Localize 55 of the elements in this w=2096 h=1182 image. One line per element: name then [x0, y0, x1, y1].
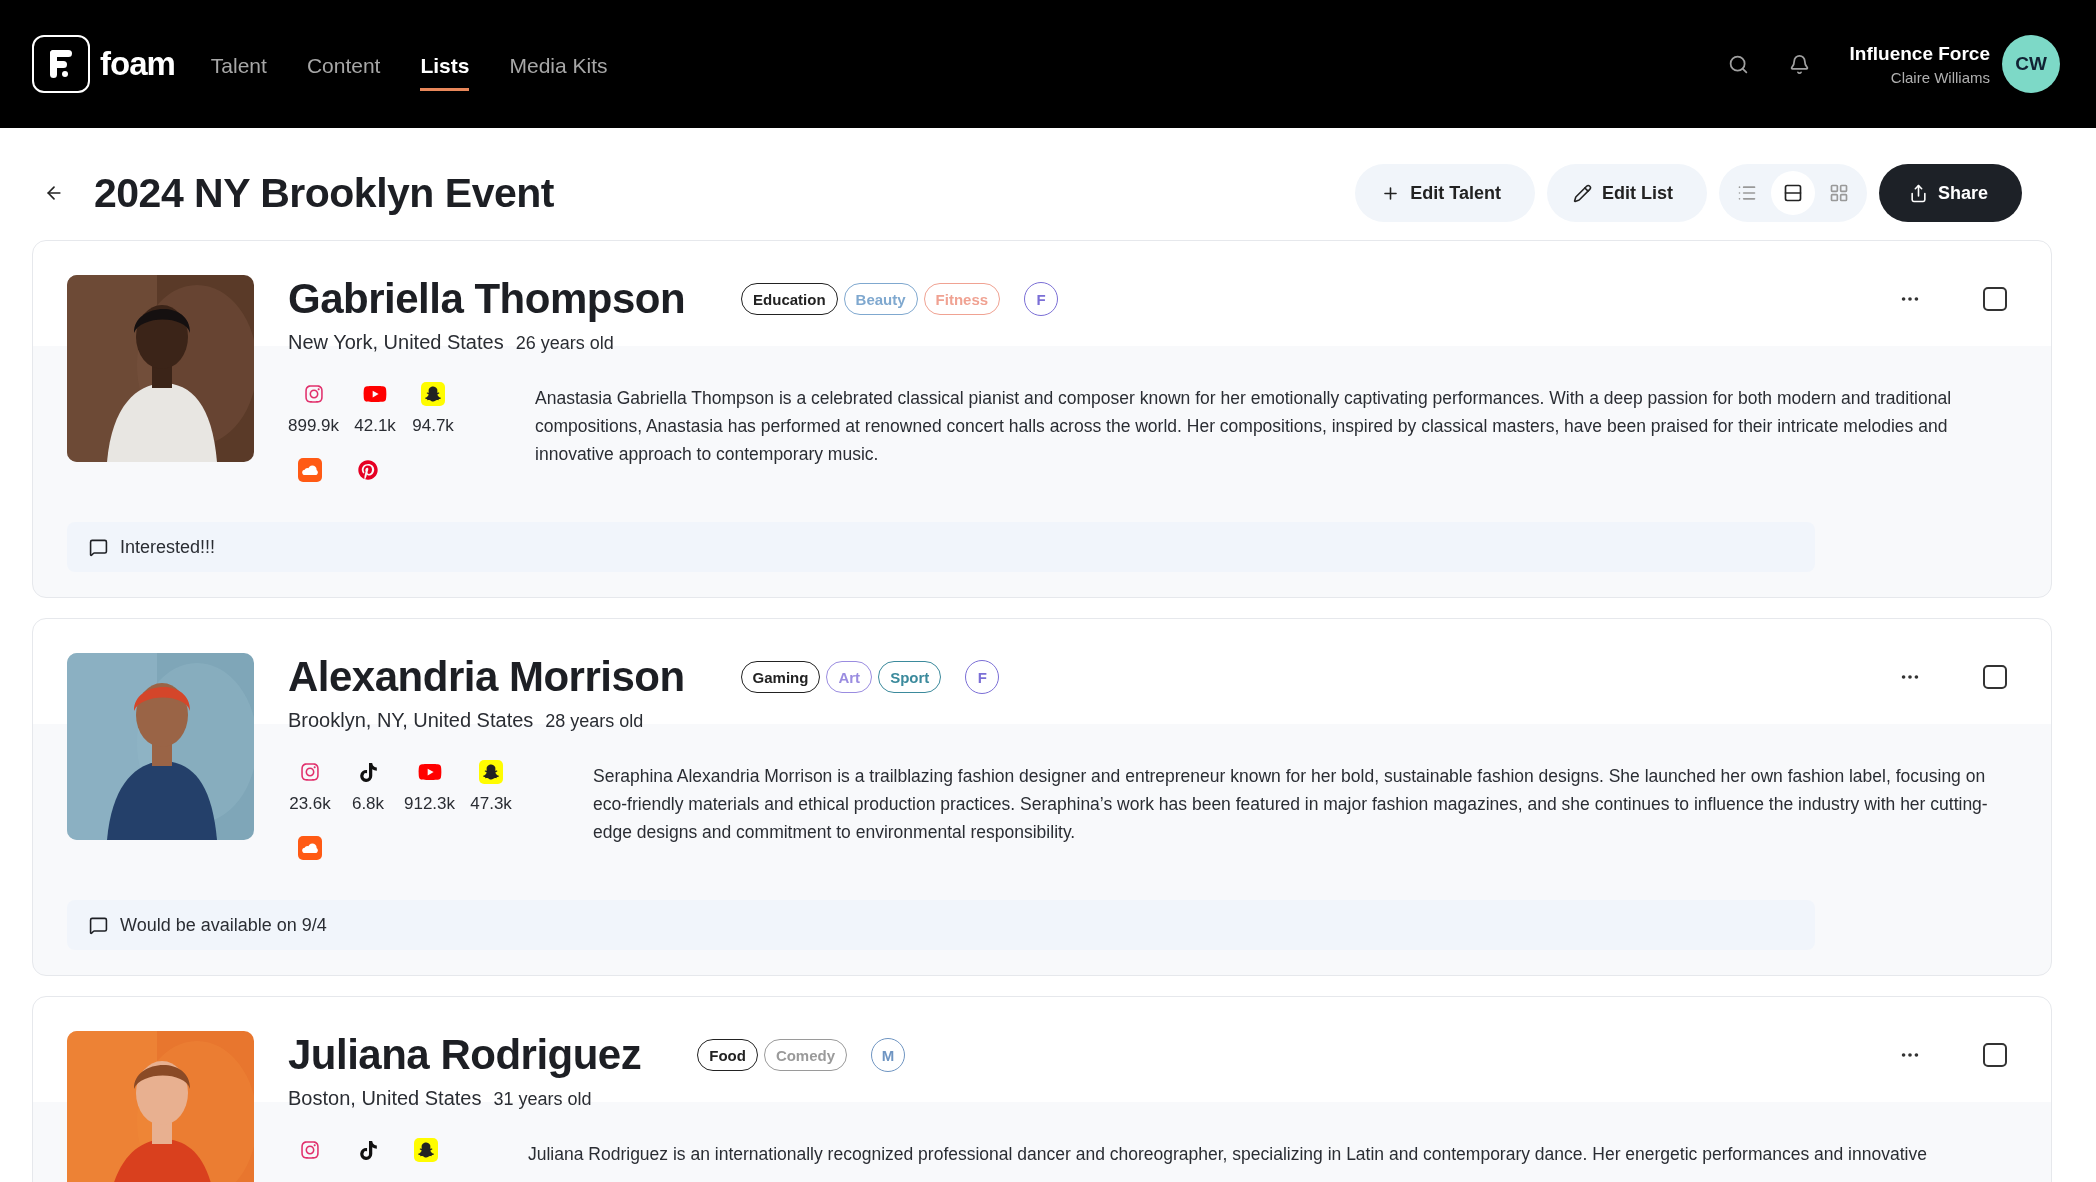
rows-icon	[1782, 183, 1803, 203]
camera-icon[interactable]	[298, 760, 322, 784]
follower-count: 42.1k	[354, 416, 396, 436]
follower-count: 899.9k	[288, 416, 340, 436]
page-title: 2024 NY Brooklyn Event	[94, 169, 555, 217]
note-text: Interested!!!	[120, 536, 216, 558]
pencil-icon	[1572, 183, 1592, 203]
follower-count: 94.7k	[412, 416, 454, 436]
comment-icon	[89, 537, 108, 557]
cloud-icon[interactable]	[298, 458, 322, 482]
brand-name: foam	[100, 45, 175, 83]
talent-location: Boston, United States	[288, 1087, 482, 1110]
pin-logo-icon[interactable]	[356, 458, 380, 482]
talent-name: Juliana Rodriguez	[288, 1031, 642, 1079]
select-checkbox[interactable]	[1983, 287, 2007, 311]
talent-bio: Juliana Rodriguez is an internationally recognized professional dancer and choreographer, specializing in Latin and contemporary dance. Her energetic performances and innovative	[528, 1143, 1928, 1166]
nav-tab[interactable]: Talent	[210, 43, 267, 91]
talent-location: Brooklyn, NY, United States	[288, 709, 534, 732]
rows-view-button[interactable]	[1770, 171, 1815, 215]
follower-count: 6.8k	[351, 794, 385, 814]
action-button[interactable]: Edit List	[1546, 164, 1707, 222]
cloud-icon[interactable]	[298, 836, 322, 860]
select-checkbox[interactable]	[1983, 665, 2007, 689]
talent-name: Gabriella Thompson	[288, 275, 686, 323]
talent-bio: Seraphina Alexandria Morrison is a trailblazing fashion designer and entrepreneur known for her bold, sustainable fashion designs. She launched her own fashion label, focusing on eco-friendly materials and ethical production practices. Seraphina’s work has been featured in major fashion magazines, and she continues to influence the industry with her cutting-edge designs and commitment to environmental responsibility.	[593, 765, 1989, 844]
search-icon[interactable]	[1727, 53, 1749, 75]
action-button[interactable]: Edit Talent	[1355, 164, 1535, 222]
list-icon	[1736, 183, 1757, 203]
ghost-icon[interactable]	[479, 760, 504, 784]
nav-tab[interactable]: Media Kits	[509, 43, 608, 91]
camera-icon[interactable]	[298, 1138, 322, 1162]
follower-count: 23.6k	[289, 794, 331, 814]
share-button[interactable]: Share	[1878, 164, 2022, 222]
nav-tab[interactable]: Content	[306, 43, 381, 91]
ghost-icon[interactable]	[421, 382, 446, 406]
talent-location: New York, United States	[288, 331, 504, 354]
talent-age: 31 years old	[493, 1089, 592, 1110]
logo-icon[interactable]	[32, 35, 90, 93]
follower-count: 47.3k	[470, 794, 512, 814]
talent-age: 26 years old	[515, 333, 614, 354]
note-text: Would be available on 9/4	[120, 914, 327, 936]
organization-name: Influence Force	[1849, 42, 1990, 65]
user-name: Claire Williams	[1890, 68, 1990, 86]
user-avatar[interactable]: CW	[2002, 35, 2060, 93]
grid-icon	[1828, 183, 1849, 203]
follower-count: 912.3k	[404, 794, 456, 814]
talent-age: 28 years old	[545, 711, 644, 732]
ghost-icon[interactable]	[414, 1138, 438, 1162]
share-icon	[1908, 183, 1928, 203]
bell-icon[interactable]	[1788, 53, 1810, 75]
talent-bio: Anastasia Gabriella Thompson is a celebrated classical pianist and composer known for her emotionally captivating performances. With a deep passion for both modern and traditional compositions, Anastasia has performed at renowned concert halls across the world. Her compositions, inspired by classical masters, have been praised for their intricate melodies and innovative approach to contemporary music.	[535, 387, 1953, 466]
select-checkbox[interactable]	[1983, 1043, 2007, 1067]
talent-name: Alexandria Morrison	[288, 653, 685, 701]
nav-tab[interactable]: Lists	[420, 43, 470, 91]
comment-icon	[89, 915, 108, 935]
